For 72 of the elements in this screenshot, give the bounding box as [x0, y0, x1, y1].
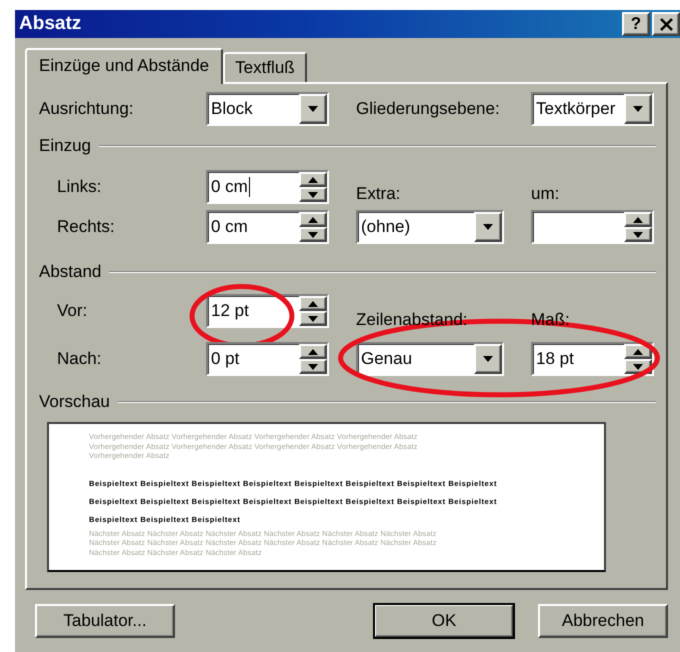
- up-arrow-icon: [633, 216, 643, 222]
- spin-down-button[interactable]: [624, 227, 652, 242]
- line-spacing-amount-field[interactable]: 18 pt: [531, 342, 654, 376]
- down-arrow-icon: [308, 232, 318, 238]
- field-label: Extra:: [356, 184, 402, 204]
- field-label: Zeilenabstand:: [356, 310, 469, 330]
- down-arrow-icon: [483, 224, 493, 230]
- down-arrow-icon: [308, 106, 318, 112]
- dropdown-value: (ohne): [360, 216, 412, 238]
- space-before-field[interactable]: 12 pt: [206, 294, 329, 328]
- spin-up-button[interactable]: [299, 344, 327, 359]
- dropdown-button[interactable]: [624, 94, 652, 124]
- up-arrow-icon: [308, 176, 318, 182]
- up-arrow-icon: [308, 216, 318, 222]
- up-arrow-icon: [633, 348, 643, 354]
- field-label: Rechts:: [56, 217, 116, 237]
- down-arrow-icon: [308, 316, 318, 322]
- field-label: Ausrichtung:: [39, 99, 134, 119]
- close-icon: [660, 18, 672, 30]
- spin-down-button[interactable]: [299, 311, 327, 326]
- field-value: 0 pt: [210, 348, 240, 370]
- space-after-field[interactable]: 0 pt: [206, 342, 329, 376]
- field-label: Vor:: [56, 301, 88, 321]
- alignment-dropdown[interactable]: Block: [206, 92, 329, 126]
- down-arrow-icon: [308, 364, 318, 370]
- dropdown-button[interactable]: [299, 94, 327, 124]
- spin-down-button[interactable]: [299, 187, 327, 202]
- dialog-button[interactable]: Abbrechen: [538, 604, 668, 638]
- field-value: 0 cm: [210, 216, 249, 238]
- spin-up-button[interactable]: [299, 296, 327, 311]
- field-label: Nach:: [56, 349, 102, 369]
- help-button[interactable]: ?: [622, 12, 650, 36]
- special-indent-dropdown[interactable]: (ohne): [356, 210, 504, 244]
- up-arrow-icon: [308, 300, 318, 306]
- spin-up-button[interactable]: [299, 212, 327, 227]
- section-title: Abstand: [39, 262, 102, 282]
- spin-up-button[interactable]: [624, 344, 652, 359]
- field-value: 12 pt: [210, 300, 250, 322]
- window-title: Absatz: [19, 13, 82, 35]
- field-label: Gliederungsebene:: [356, 99, 501, 119]
- text-cursor: [248, 177, 250, 197]
- down-arrow-icon: [633, 106, 643, 112]
- indent-by-field[interactable]: [531, 210, 654, 244]
- down-arrow-icon: [633, 364, 643, 370]
- down-arrow-icon: [633, 232, 643, 238]
- dropdown-value: Textkörper: [535, 98, 616, 120]
- up-arrow-icon: [308, 348, 318, 354]
- field-label: um:: [531, 184, 560, 204]
- spin-down-button[interactable]: [299, 359, 327, 374]
- line-spacing-dropdown[interactable]: Genau: [356, 342, 504, 376]
- spin-up-button[interactable]: [624, 212, 652, 227]
- field-value: 0 cm: [210, 176, 251, 199]
- field-label: Links:: [56, 177, 102, 197]
- spin-up-button[interactable]: [299, 172, 327, 187]
- close-button[interactable]: [652, 12, 680, 36]
- down-arrow-icon: [483, 356, 493, 362]
- dropdown-button[interactable]: [474, 344, 502, 374]
- down-arrow-icon: [308, 192, 318, 198]
- spin-down-button[interactable]: [299, 227, 327, 242]
- dropdown-value: Block: [210, 98, 254, 120]
- left-indent-field[interactable]: 0 cm: [206, 170, 329, 204]
- tab[interactable]: Einzüge und Abstände: [25, 48, 224, 84]
- dropdown-value: Genau: [360, 348, 414, 370]
- dialog-button[interactable]: Tabulator...: [35, 604, 175, 638]
- section-title: Einzug: [39, 136, 91, 156]
- tab[interactable]: Textfluß: [223, 52, 307, 82]
- dropdown-button[interactable]: [474, 212, 502, 242]
- outline-level-dropdown[interactable]: Textkörper: [531, 92, 654, 126]
- right-indent-field[interactable]: 0 cm: [206, 210, 329, 244]
- section-title: Vorschau: [39, 392, 110, 412]
- dialog-button[interactable]: OK: [374, 604, 514, 638]
- field-value: 18 pt: [535, 348, 575, 370]
